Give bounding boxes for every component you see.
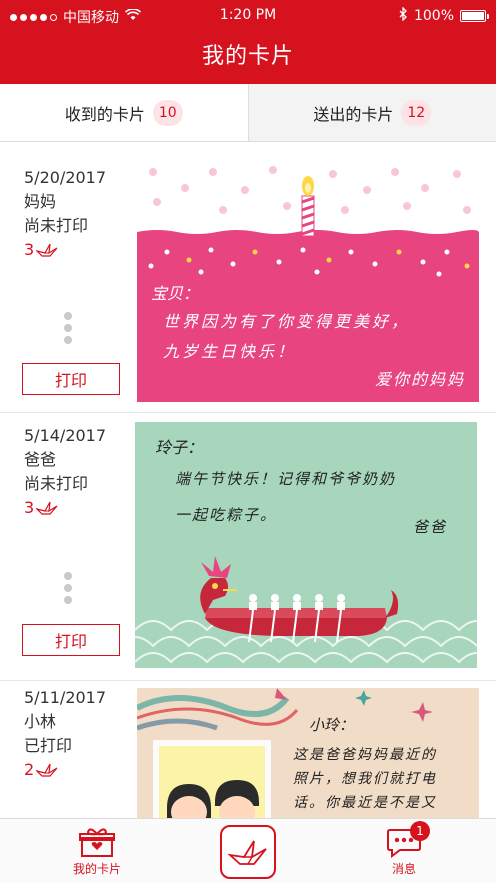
print-button[interactable]: 打印 bbox=[22, 624, 120, 656]
card-line: 这是爸爸妈妈最近的 bbox=[293, 747, 437, 763]
card-line: 端午节快乐！记得和爷爷奶奶 bbox=[175, 470, 397, 488]
segment-tabs: 收到的卡片 10 送出的卡片 12 bbox=[0, 84, 496, 142]
tab-received[interactable]: 收到的卡片 10 bbox=[0, 84, 248, 141]
card-status: 已打印 bbox=[24, 736, 73, 755]
list-item: 5/14/2017 爸爸 尚未打印 3 打印 玲子： 端午节快乐！记得和爷爷奶奶… bbox=[0, 412, 496, 680]
paper-crane-icon bbox=[36, 501, 58, 515]
paper-crane-icon bbox=[36, 763, 58, 777]
tab-received-label: 收到的卡片 bbox=[64, 104, 145, 124]
crane-count: 3 bbox=[24, 496, 134, 520]
bluetooth-icon bbox=[398, 6, 408, 25]
card-sender: 爸爸 bbox=[24, 450, 57, 469]
battery-percent: 100% bbox=[413, 8, 454, 24]
paper-crane-icon bbox=[36, 243, 58, 257]
more-dots-icon[interactable] bbox=[64, 572, 72, 608]
tab-my-cards-label: 我的卡片 bbox=[72, 862, 121, 876]
card-sender: 妈妈 bbox=[24, 192, 57, 211]
tab-messages-label: 消息 bbox=[391, 862, 416, 876]
divider bbox=[0, 680, 496, 681]
card-line: 照片，想我们就打电 bbox=[293, 771, 437, 787]
card-greeting: 宝贝： bbox=[151, 284, 200, 303]
card-status: 尚未打印 bbox=[24, 474, 89, 493]
divider bbox=[0, 412, 496, 413]
more-dots-icon[interactable] bbox=[64, 312, 72, 348]
crane-count-value: 3 bbox=[24, 498, 35, 517]
header: 中国移动 1:20 PM 100% 我的卡片 bbox=[0, 0, 496, 84]
print-button[interactable]: 打印 bbox=[22, 363, 120, 395]
tab-received-count: 10 bbox=[152, 99, 183, 126]
bottom-tab-bar: 我的卡片 消息 1 bbox=[0, 818, 496, 883]
gift-icon bbox=[79, 828, 115, 857]
card-signature: 爸爸 bbox=[412, 518, 447, 536]
card-line: 九岁生日快乐！ bbox=[163, 342, 297, 361]
tab-messages[interactable]: 消息 1 bbox=[372, 819, 436, 883]
card-meta: 5/20/2017 妈妈 尚未打印 3 bbox=[24, 166, 134, 262]
photo-card-image[interactable]: 小玲： 这是爸爸妈妈最近的 照片，想我们就打电 话。你最近是不是又 bbox=[137, 688, 479, 818]
crane-count: 3 bbox=[24, 238, 134, 262]
birthday-card-image[interactable]: 宝贝： 世界因为有了你变得更美好， 九岁生日快乐！ 爱你的妈妈 bbox=[137, 166, 479, 402]
dragon-boat-art bbox=[135, 556, 477, 664]
status-right: 100% bbox=[398, 6, 489, 25]
card-status: 尚未打印 bbox=[24, 216, 89, 235]
tab-sent-count: 12 bbox=[401, 99, 432, 126]
crane-count: 2 bbox=[24, 758, 134, 782]
card-meta: 5/11/2017 小林 已打印 2 bbox=[24, 686, 134, 782]
tab-my-cards[interactable]: 我的卡片 bbox=[60, 819, 134, 883]
card-line: 话。你最近是不是又 bbox=[293, 795, 437, 811]
message-badge: 1 bbox=[410, 821, 430, 841]
list-item: 5/20/2017 妈妈 尚未打印 3 打印 宝贝： 世界因为有了你变得更美好，… bbox=[0, 142, 496, 412]
page-title: 我的卡片 bbox=[201, 44, 294, 69]
card-greeting: 小玲： bbox=[309, 716, 355, 734]
card-greeting: 玲子： bbox=[155, 438, 204, 457]
list-item: 5/11/2017 小林 已打印 2 小玲： 这是爸爸妈妈最近的 照片，想我们就… bbox=[0, 680, 496, 818]
tab-sent-label: 送出的卡片 bbox=[313, 104, 394, 124]
card-meta: 5/14/2017 爸爸 尚未打印 3 bbox=[24, 424, 134, 520]
card-sender: 小林 bbox=[24, 712, 57, 731]
card-line: 世界因为有了你变得更美好， bbox=[163, 312, 411, 331]
card-line: 一起吃粽子。 bbox=[175, 506, 278, 524]
paper-crane-icon bbox=[228, 840, 267, 865]
card-signature: 爱你的妈妈 bbox=[374, 370, 465, 389]
crane-count-value: 3 bbox=[24, 240, 35, 259]
dragon-boat-card-image[interactable]: 玲子： 端午节快乐！记得和爷爷奶奶 一起吃粽子。 爸爸 bbox=[135, 422, 477, 668]
create-card-button[interactable] bbox=[220, 825, 276, 879]
card-date: 5/11/2017 bbox=[24, 688, 107, 707]
card-date: 5/14/2017 bbox=[24, 426, 107, 445]
app-root: 中国移动 1:20 PM 100% 我的卡片 收到的卡片 10 送出的卡片 12 bbox=[0, 0, 496, 883]
status-bar: 中国移动 1:20 PM 100% bbox=[0, 0, 496, 30]
card-date: 5/20/2017 bbox=[24, 168, 107, 187]
tab-sent[interactable]: 送出的卡片 12 bbox=[247, 84, 496, 141]
crane-count-value: 2 bbox=[24, 760, 35, 779]
battery-icon bbox=[460, 10, 489, 22]
card-list[interactable]: 5/20/2017 妈妈 尚未打印 3 打印 宝贝： 世界因为有了你变得更美好，… bbox=[0, 142, 496, 818]
